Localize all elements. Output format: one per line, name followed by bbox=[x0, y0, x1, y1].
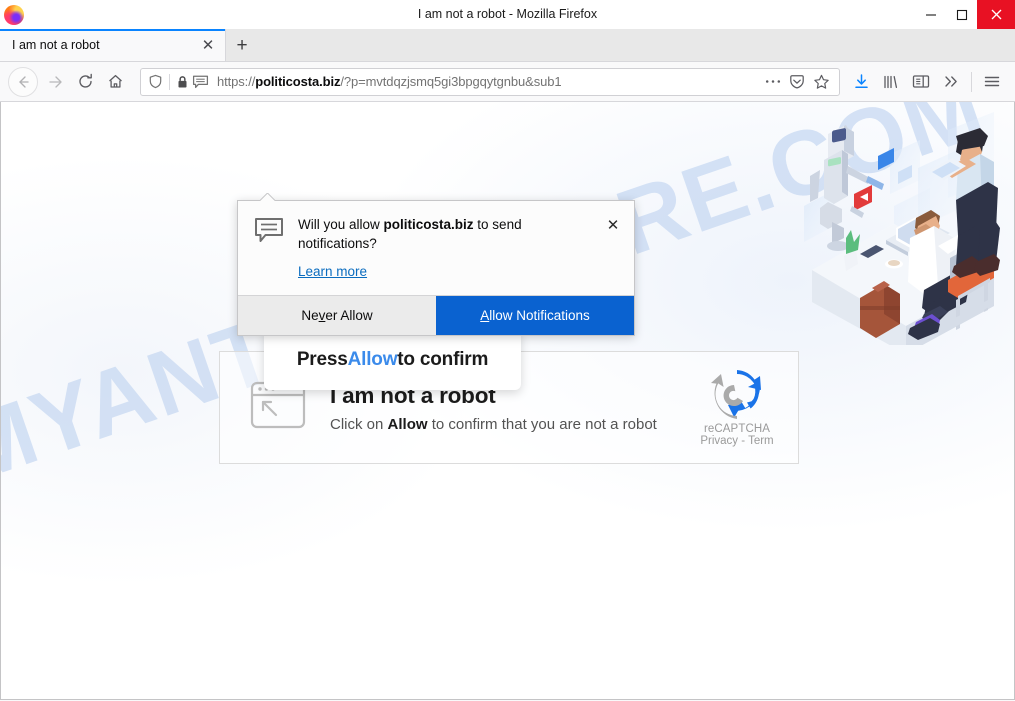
firefox-window: I am not a robot - Mozilla Firefox I am … bbox=[0, 0, 1015, 701]
url-scheme: https:// bbox=[217, 74, 256, 89]
recaptcha-logo-icon bbox=[711, 369, 761, 419]
navigation-toolbar: https://politicosta.biz/?p=mvtdqzjsmq5gi… bbox=[0, 62, 1015, 102]
captcha-subtitle-after: to confirm that you are not a robot bbox=[427, 415, 657, 433]
press-allow-after: to confirm bbox=[397, 348, 489, 370]
tab-title: I am not a robot bbox=[12, 38, 100, 52]
new-tab-button[interactable]: + bbox=[226, 29, 258, 61]
allow-notifications-button[interactable]: Allow Notifications bbox=[436, 296, 634, 336]
allow-accesskey: A bbox=[480, 308, 490, 324]
maximize-button[interactable] bbox=[946, 0, 977, 29]
tab-strip: I am not a robot ✕ + bbox=[0, 29, 1015, 62]
doorhanger-content: Will you allow politicosta.biz to send n… bbox=[298, 215, 604, 281]
doorhanger-message-prefix: Will you allow bbox=[298, 217, 384, 232]
doorhanger-body: Will you allow politicosta.biz to send n… bbox=[238, 201, 634, 296]
notification-permission-doorhanger: Will you allow politicosta.biz to send n… bbox=[237, 200, 635, 337]
url-path: /?p=mvtdqzjsmq5gi3bpgqytgnbu&sub1 bbox=[340, 74, 562, 89]
url-host: politicosta.biz bbox=[255, 74, 341, 89]
toolbar-icons bbox=[846, 67, 1007, 97]
recaptcha-name: reCAPTCHA bbox=[703, 422, 771, 435]
back-button[interactable] bbox=[8, 66, 38, 97]
notification-bubble-icon bbox=[254, 217, 284, 281]
urlbar-separator bbox=[169, 73, 170, 90]
captcha-subtitle-before: Click on bbox=[330, 415, 388, 433]
never-allow-button[interactable]: Ne v er Allow bbox=[238, 296, 436, 336]
captcha-subtitle-bold: Allow bbox=[387, 415, 428, 433]
press-allow-callout: Press Allow to confirm bbox=[264, 329, 521, 390]
doorhanger-pointer bbox=[260, 193, 275, 201]
tab-close-icon[interactable]: ✕ bbox=[199, 36, 217, 54]
doorhanger-close-icon[interactable]: ✕ bbox=[604, 216, 622, 234]
recaptcha-badge: reCAPTCHA Privacy - Term bbox=[694, 369, 780, 447]
downloads-icon[interactable] bbox=[846, 67, 876, 97]
shield-icon[interactable] bbox=[148, 74, 163, 89]
close-window-button[interactable] bbox=[977, 0, 1015, 29]
toolbar-separator bbox=[971, 71, 972, 92]
page-viewport: MYANTISPYWARE.COM bbox=[0, 102, 1015, 700]
forward-button[interactable] bbox=[40, 67, 70, 97]
page-actions-icon[interactable] bbox=[761, 70, 785, 94]
captcha-texts: I am not a robot Click on Allow to confi… bbox=[330, 383, 694, 433]
sidebar-icon[interactable] bbox=[906, 67, 936, 97]
library-icon[interactable] bbox=[876, 67, 906, 97]
never-allow-suffix: er Allow bbox=[325, 308, 373, 324]
doorhanger-actions: Ne v er Allow Allow Notifications bbox=[238, 295, 634, 336]
window-controls bbox=[915, 0, 1015, 29]
press-allow-before: Press bbox=[296, 348, 348, 370]
notification-permission-icon[interactable] bbox=[192, 74, 209, 90]
never-allow-accesskey: v bbox=[318, 308, 326, 324]
pocket-icon[interactable] bbox=[785, 70, 809, 94]
recaptcha-links[interactable]: Privacy - Term bbox=[694, 435, 780, 447]
window-titlebar: I am not a robot - Mozilla Firefox bbox=[0, 0, 1015, 29]
hamburger-menu-icon[interactable] bbox=[977, 67, 1007, 97]
captcha-subtitle: Click on Allow to confirm that you are n… bbox=[330, 416, 694, 433]
address-bar[interactable]: https://politicosta.biz/?p=mvtdqzjsmq5gi… bbox=[140, 67, 840, 96]
allow-suffix: llow Notifications bbox=[489, 308, 590, 324]
home-button[interactable] bbox=[100, 67, 130, 97]
browser-tab-active[interactable]: I am not a robot ✕ bbox=[0, 29, 226, 61]
never-allow-prefix: Ne bbox=[301, 308, 319, 324]
overflow-chevron-icon[interactable] bbox=[936, 67, 966, 97]
reload-button[interactable] bbox=[70, 67, 100, 97]
press-allow-highlight: Allow bbox=[347, 348, 398, 370]
padlock-icon[interactable] bbox=[176, 75, 189, 89]
doorhanger-host: politicosta.biz bbox=[383, 217, 474, 232]
firefox-logo bbox=[4, 5, 24, 25]
doorhanger-message: Will you allow politicosta.biz to send n… bbox=[298, 215, 598, 253]
url-text[interactable]: https://politicosta.biz/?p=mvtdqzjsmq5gi… bbox=[217, 74, 761, 89]
bookmark-star-icon[interactable] bbox=[809, 70, 833, 94]
minimize-button[interactable] bbox=[915, 0, 946, 29]
window-title: I am not a robot - Mozilla Firefox bbox=[417, 7, 598, 21]
learn-more-link[interactable]: Learn more bbox=[298, 264, 367, 279]
office-robot-illustration bbox=[804, 112, 1000, 345]
